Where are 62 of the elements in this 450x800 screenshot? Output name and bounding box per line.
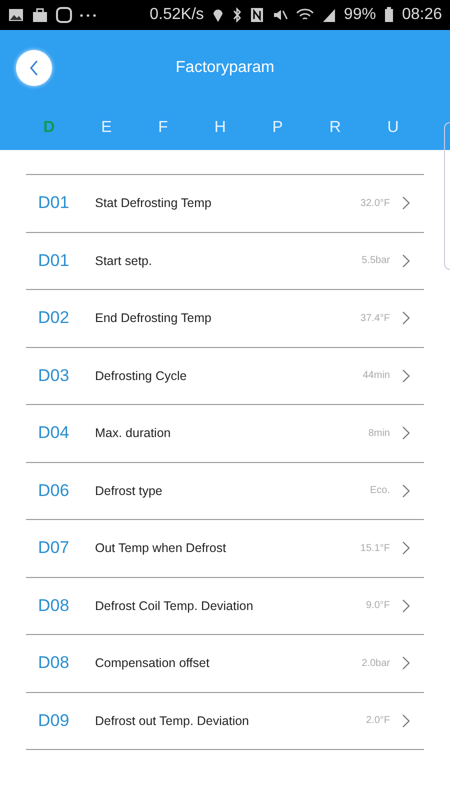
chevron-left-icon	[29, 60, 39, 76]
param-name: Defrost out Temp. Deviation	[95, 714, 250, 728]
param-name: Start setp.	[95, 254, 153, 268]
param-value: 37.4°F	[360, 312, 390, 324]
param-value: 8min	[368, 428, 390, 439]
param-value: 15.1°F	[360, 542, 390, 554]
param-value: 5.5bar	[362, 255, 390, 266]
param-value: 9.0°F	[366, 600, 390, 612]
page-title: Factoryparam	[174, 59, 276, 77]
chevron-right-icon[interactable]	[402, 484, 410, 498]
chevron-right-icon[interactable]	[402, 714, 410, 728]
bluetooth-icon	[232, 7, 242, 23]
chevron-right-icon[interactable]	[402, 656, 410, 670]
param-code: D07	[38, 538, 70, 558]
param-value: 44min	[362, 370, 390, 382]
more-icon	[80, 14, 96, 16]
param-name: Out Temp when Defrost	[95, 541, 228, 556]
mute-icon	[272, 7, 288, 23]
network-speed: 0.52K/s	[150, 6, 204, 24]
chevron-right-icon[interactable]	[402, 598, 410, 613]
category-tab[interactable]: P	[266, 117, 289, 139]
chevron-right-icon[interactable]	[402, 311, 410, 326]
chevron-right-icon[interactable]	[402, 368, 410, 383]
back-button[interactable]	[16, 50, 52, 86]
category-tab[interactable]: F	[152, 117, 174, 139]
param-code: D02	[38, 308, 70, 328]
param-name: Defrosting Cycle	[95, 368, 188, 383]
param-name: Defrost type	[95, 484, 164, 498]
signal-icon	[322, 7, 336, 23]
param-value: 32.0°F	[360, 198, 390, 209]
param-value: 2.0°F	[366, 715, 390, 726]
param-code: D06	[38, 480, 70, 501]
category-tab[interactable]: U	[381, 117, 405, 139]
param-name: End Defrosting Temp	[95, 311, 212, 326]
category-tab[interactable]: H	[208, 117, 232, 139]
param-name: Defrost Coil Temp. Deviation	[95, 598, 254, 613]
nfc-icon	[250, 7, 264, 23]
param-value: Eco.	[370, 485, 390, 496]
image-icon	[8, 7, 24, 23]
param-code: D01	[38, 250, 70, 271]
chevron-right-icon[interactable]	[402, 426, 410, 440]
category-tab[interactable]: E	[95, 117, 118, 139]
chevron-right-icon[interactable]	[402, 196, 410, 210]
param-code: D04	[38, 423, 70, 444]
param-code: D08	[38, 596, 70, 616]
param-code: D08	[38, 653, 70, 674]
param-name: Max. duration	[95, 426, 172, 440]
chevron-right-icon[interactable]	[402, 254, 410, 268]
param-code: D03	[38, 366, 70, 386]
briefcase-icon	[32, 7, 48, 23]
clock: 08:26	[402, 6, 442, 24]
param-name: Stat Defrosting Temp	[95, 196, 212, 210]
param-name: Compensation offset	[95, 656, 210, 670]
category-tab[interactable]: R	[323, 117, 347, 139]
location-icon	[212, 7, 224, 23]
battery-percent: 99%	[344, 6, 376, 24]
param-code: D09	[38, 710, 70, 731]
param-value: 2.0bar	[362, 658, 390, 669]
app-icon	[56, 7, 72, 23]
param-code: D01	[38, 193, 70, 214]
battery-icon	[384, 7, 394, 23]
chevron-right-icon[interactable]	[402, 541, 410, 556]
